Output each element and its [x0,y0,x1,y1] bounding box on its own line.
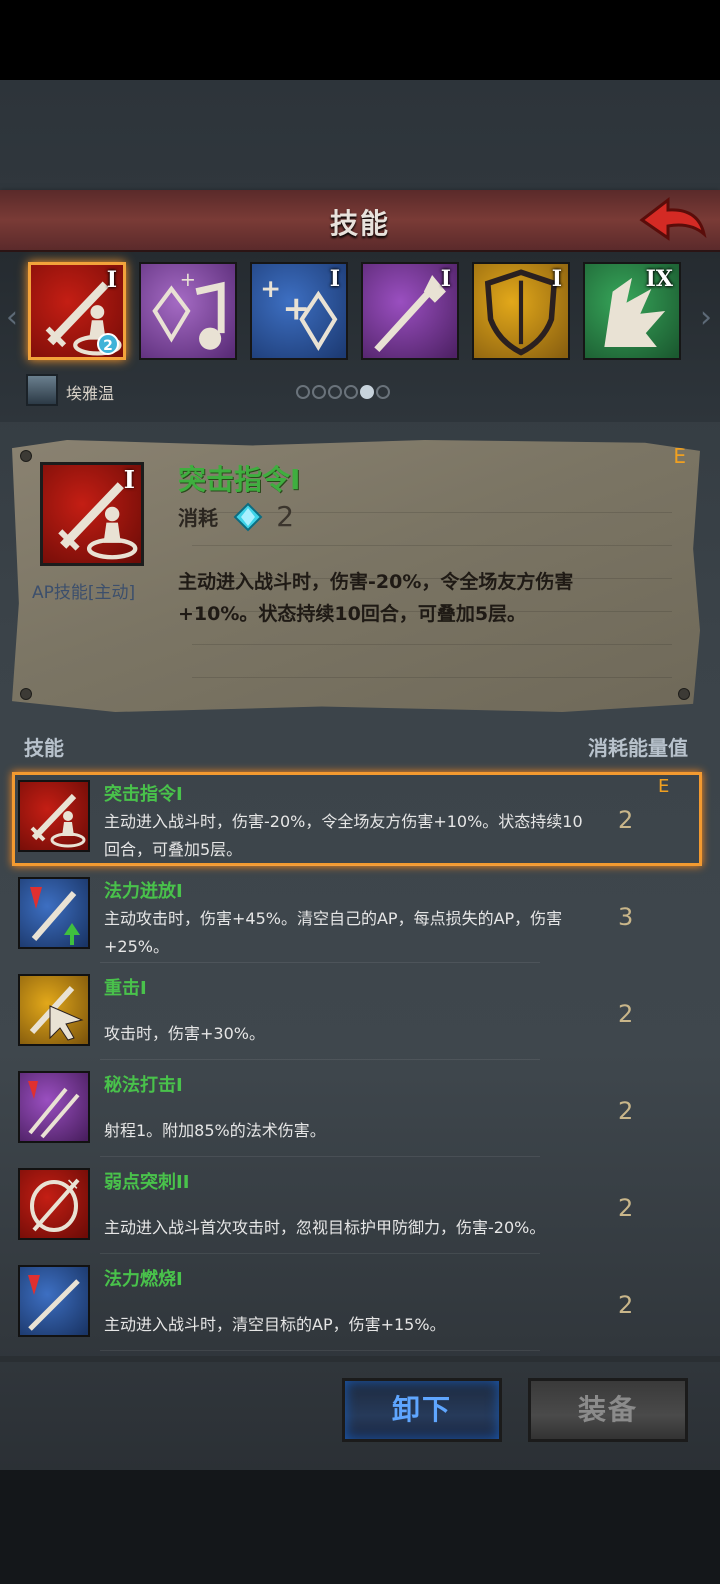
slot-rank: IX [645,266,673,292]
character-avatar [26,374,58,406]
skill-cost: 2 [618,1194,634,1222]
cost-label: 消耗 [178,506,218,530]
svg-text:+: + [260,274,281,303]
skill-cost: 2 [618,1000,634,1028]
slot-rank: I [440,266,451,292]
equip-button[interactable]: 装备 [528,1378,688,1442]
detail-description: 主动进入战斗时，伤害-20%，令全场友方伤害+10%。状态持续10回合，可叠加5… [178,571,574,625]
slot-rank: I [551,266,562,292]
skill-icon [18,877,90,949]
skill-description: 射程1。附加85%的法术伤害。 [104,1121,326,1140]
shield-pierce-icon: ✕ [30,1175,80,1232]
page-dot[interactable] [312,385,326,399]
page-indicator [296,384,392,403]
sword-cursor-icon [29,985,84,1041]
skill-icon [18,1265,90,1337]
title-bar: 技能 [0,190,720,252]
back-arrow-icon[interactable] [638,194,708,244]
page-dot[interactable] [344,385,358,399]
scroll-right-icon[interactable]: › [700,300,712,335]
skill-description: 主动进入战斗时，清空目标的AP，伤害+15%。 [104,1315,446,1334]
list-header: 技能 消耗能量值 [0,728,720,766]
skill-row-5[interactable]: ✕ 弱点突刺II 主动进入战斗首次攻击时，忽视目标护甲防御力，伤害-20%。 2 [0,1158,720,1254]
skill-cost: 2 [618,1097,634,1125]
skill-slot-5[interactable]: I [472,262,570,360]
skill-name: 重击I [104,978,147,999]
skill-name: 弱点突刺II [104,1172,190,1193]
page-dot[interactable] [296,385,310,399]
skill-slot-6[interactable]: IX [583,262,681,360]
svg-text:✕: ✕ [66,1175,79,1194]
gem-music-icon: + [152,268,225,350]
column-skill: 技能 [24,736,64,760]
svg-text:+: + [282,288,310,327]
skill-name: 法力迸放I [104,881,183,902]
svg-text:+: + [180,268,196,291]
column-energy-cost: 消耗能量值 [588,736,688,760]
detail-skill-icon: I [40,462,144,566]
skill-row-4[interactable]: 秘法打击I 射程1。附加85%的法术伤害。 2 [0,1061,720,1157]
skill-cost: 2 [618,1291,634,1319]
skill-slot-2[interactable]: + [139,262,237,360]
page-title: 技能 [329,207,390,240]
skill-grade: E [658,776,670,797]
page-dot[interactable] [328,385,342,399]
skill-icon [18,780,90,852]
unequip-button[interactable]: 卸下 [342,1378,502,1442]
slot-badge: 2 [97,333,119,355]
detail-skill-name: 突击指令I [178,463,301,496]
slot-rank: I [329,266,340,292]
skill-cost: 2 [618,806,634,834]
skill-slot-3[interactable]: + + I [250,262,348,360]
skill-icon: ✕ [18,1168,90,1240]
skill-slot-1[interactable]: I2 [28,262,126,360]
skill-type-label: AP技能[主动] [32,583,136,603]
cost-value: 2 [276,500,295,533]
skill-description: 主动进入战斗首次攻击时，忽视目标护甲防御力，伤害-20%。 [104,1218,546,1237]
sword-ap-icon [30,793,86,848]
page-dot[interactable] [360,385,374,399]
skill-icon [18,974,90,1046]
skill-name: 秘法打击I [104,1075,183,1096]
spear-pair-icon [28,1081,80,1139]
skill-row-3[interactable]: 重击I 攻击时，伤害+30%。 2 [0,964,720,1060]
spear-burn-icon [28,1275,80,1331]
skill-detail-panel: I AP技能[主动] 突击指令I E 消耗 2 主动进入战斗时，伤害-20%，令… [12,440,700,712]
skill-description: 攻击时，伤害+30%。 [104,1024,265,1043]
character-name: 埃雅温 [66,384,115,403]
skill-name: 法力燃烧I [104,1269,183,1290]
page-dot[interactable] [376,385,390,399]
skill-name: 突击指令I [104,784,183,805]
skill-row-6[interactable]: 法力燃烧I 主动进入战斗时，清空目标的AP，伤害+15%。 2 [0,1255,720,1351]
energy-gem-icon [233,502,263,531]
skill-cost: 3 [618,903,634,931]
skill-slot-4[interactable]: I [361,262,459,360]
skill-description: 主动进入战斗时，伤害-20%，令全场友方伤害+10%。状态持续10回合，可叠加5… [104,812,583,859]
bottom-bar [0,1470,720,1584]
scroll-left-icon[interactable]: ‹ [6,300,18,335]
sword-up-icon [30,887,80,945]
skill-slots: ‹ › I 2 + + + I I I IX 埃雅温 [0,252,720,422]
skill-row-1[interactable]: 突击指令I 主动进入战斗时，伤害-20%，令全场友方伤害+10%。状态持续10回… [0,770,720,866]
skill-icon [18,1071,90,1143]
slot-rank: I [106,267,117,293]
skill-description: 主动攻击时，伤害+45%。清空自己的AP，每点损失的AP，伤害+25%。 [104,909,563,956]
skill-row-2[interactable]: 法力迸放I 主动攻击时，伤害+45%。清空自己的AP，每点损失的AP，伤害+25… [0,867,720,963]
cost-row: 消耗 2 [178,500,294,533]
